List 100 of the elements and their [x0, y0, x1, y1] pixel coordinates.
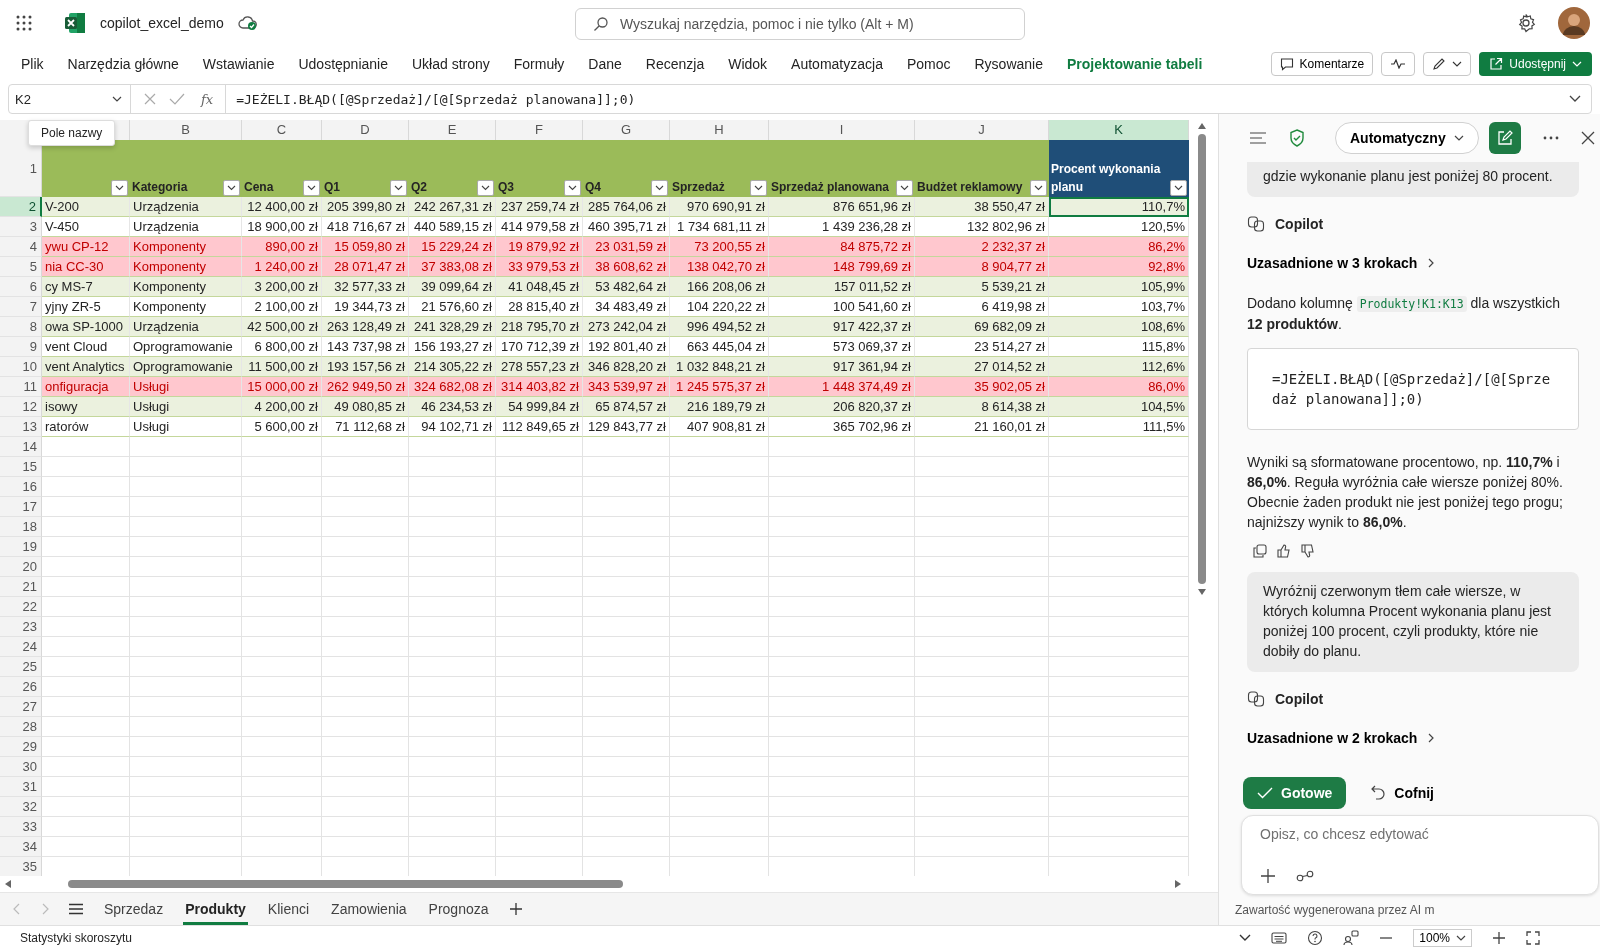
row-header[interactable]: 23 [0, 617, 42, 637]
scroll-down-icon[interactable] [1197, 588, 1207, 596]
undo-button[interactable]: Cofnij [1360, 777, 1444, 809]
workbook-statistics[interactable]: Statystyki skoroszytu [20, 931, 133, 945]
filter-button[interactable] [223, 180, 240, 196]
editing-mode-button[interactable] [1423, 52, 1472, 76]
close-icon[interactable] [1580, 131, 1595, 145]
row-header[interactable]: 14 [0, 437, 42, 457]
row-header[interactable]: 6 [0, 277, 42, 297]
mode-dropdown[interactable]: Automatyczny [1335, 122, 1479, 154]
help-icon[interactable] [1307, 930, 1324, 946]
scroll-thumb[interactable] [68, 880, 623, 888]
row-header[interactable]: 19 [0, 537, 42, 557]
ribbon-tab[interactable]: Wstawianie [191, 52, 286, 76]
row-header[interactable]: 17 [0, 497, 42, 517]
ribbon-tab[interactable]: Rysowanie [963, 52, 1054, 76]
filter-button[interactable] [477, 180, 494, 196]
search-field[interactable]: Wyszukaj narzędzia, pomoc i nie tylko (Alt + M) [575, 8, 1025, 40]
row-header[interactable]: 8 [0, 317, 42, 337]
row-header[interactable]: 25 [0, 657, 42, 677]
zoom-dropdown[interactable]: 100% [1413, 929, 1472, 947]
scroll-thumb[interactable] [1198, 134, 1206, 584]
row-header[interactable]: 31 [0, 777, 42, 797]
reasoning-steps-link[interactable]: Uzasadnione w 2 krokach [1247, 730, 1436, 746]
reasoning-steps-link[interactable]: Uzasadnione w 3 krokach [1247, 255, 1436, 271]
row-header[interactable]: 10 [0, 357, 42, 377]
add-icon[interactable] [1260, 868, 1276, 884]
scroll-up-icon[interactable] [1197, 122, 1207, 130]
row-header[interactable]: 11 [0, 377, 42, 397]
row-header[interactable]: 18 [0, 517, 42, 537]
ribbon-tab[interactable]: Formuły [502, 52, 576, 76]
ribbon-tab[interactable]: Widok [717, 52, 779, 76]
column-header[interactable]: I [769, 120, 915, 142]
filter-button[interactable] [390, 180, 407, 196]
ribbon-tab[interactable]: Automatyzacja [780, 52, 894, 76]
share-button[interactable]: Udostępnij [1479, 52, 1592, 76]
row-header[interactable]: 22 [0, 597, 42, 617]
fullscreen-icon[interactable] [1526, 931, 1540, 945]
row-header[interactable]: 34 [0, 837, 42, 857]
row-header[interactable]: 28 [0, 717, 42, 737]
document-title[interactable]: copilot_excel_demo [100, 15, 224, 31]
filter-button[interactable] [1030, 180, 1047, 196]
ribbon-tab[interactable]: Recenzja [634, 52, 716, 76]
row-header[interactable]: 30 [0, 757, 42, 777]
row-header[interactable]: 15 [0, 457, 42, 477]
add-sheet-icon[interactable] [508, 902, 523, 916]
row-header[interactable]: 2 [0, 197, 42, 217]
column-header[interactable]: J [915, 120, 1049, 142]
scroll-left-icon[interactable] [4, 879, 12, 889]
settings-icon[interactable] [1516, 13, 1536, 33]
ribbon-tab[interactable]: Plik [10, 52, 55, 76]
row-header[interactable]: 13 [0, 417, 42, 437]
row-header[interactable]: 27 [0, 697, 42, 717]
column-header[interactable]: E [409, 120, 496, 142]
comments-button[interactable]: Komentarze [1270, 52, 1374, 76]
thumbs-up-icon[interactable] [1277, 544, 1291, 558]
people-icon[interactable] [1343, 930, 1360, 946]
activity-button[interactable] [1381, 52, 1416, 76]
column-header[interactable]: F [496, 120, 583, 142]
new-chat-button[interactable] [1488, 122, 1521, 154]
column-header[interactable]: H [670, 120, 769, 142]
row-header[interactable]: 29 [0, 737, 42, 757]
avatar[interactable] [1558, 7, 1590, 39]
chevron-down-icon[interactable] [1239, 934, 1252, 942]
ribbon-tab[interactable]: Pomoc [895, 52, 962, 76]
filter-button[interactable] [896, 180, 913, 196]
ribbon-tab[interactable]: Udostępnianie [287, 52, 399, 76]
filter-button[interactable] [750, 180, 767, 196]
more-icon[interactable] [1542, 136, 1559, 140]
sheet-tab[interactable]: Produkty [183, 893, 248, 925]
link-icon[interactable] [1296, 870, 1314, 882]
ribbon-tab[interactable]: Dane [577, 52, 633, 76]
ribbon-tab[interactable]: Układ strony [400, 52, 501, 76]
cloud-saved-icon[interactable] [237, 15, 258, 31]
row-header[interactable]: 4 [0, 237, 42, 257]
filter-button[interactable] [651, 180, 668, 196]
prompt-field[interactable]: Opisz, co chcesz edytować [1260, 826, 1580, 842]
scroll-right-icon[interactable] [1174, 879, 1182, 889]
sheet-tab[interactable]: Prognoza [426, 893, 491, 925]
all-sheets-icon[interactable] [68, 903, 84, 915]
row-header[interactable]: 24 [0, 637, 42, 657]
app-launcher-icon[interactable] [16, 15, 32, 31]
sheet-tab[interactable]: Zamowienia [329, 893, 409, 925]
copy-icon[interactable] [1253, 544, 1267, 558]
row-header[interactable]: 7 [0, 297, 42, 317]
row-header[interactable]: 20 [0, 557, 42, 577]
keyboard-icon[interactable] [1271, 932, 1288, 944]
row-header[interactable]: 5 [0, 257, 42, 277]
row-header[interactable]: 9 [0, 337, 42, 357]
filter-button[interactable] [111, 180, 128, 196]
column-header[interactable]: D [322, 120, 409, 142]
filter-button[interactable] [1170, 180, 1187, 196]
column-header[interactable]: C [242, 120, 322, 142]
shield-check-icon[interactable] [1289, 129, 1305, 147]
row-header[interactable]: 16 [0, 477, 42, 497]
row-header[interactable]: 21 [0, 577, 42, 597]
row-header[interactable]: 26 [0, 677, 42, 697]
row-header[interactable]: 3 [0, 217, 42, 237]
sheet-tab[interactable]: Sprzedaz [102, 893, 166, 925]
row-header[interactable]: 32 [0, 797, 42, 817]
